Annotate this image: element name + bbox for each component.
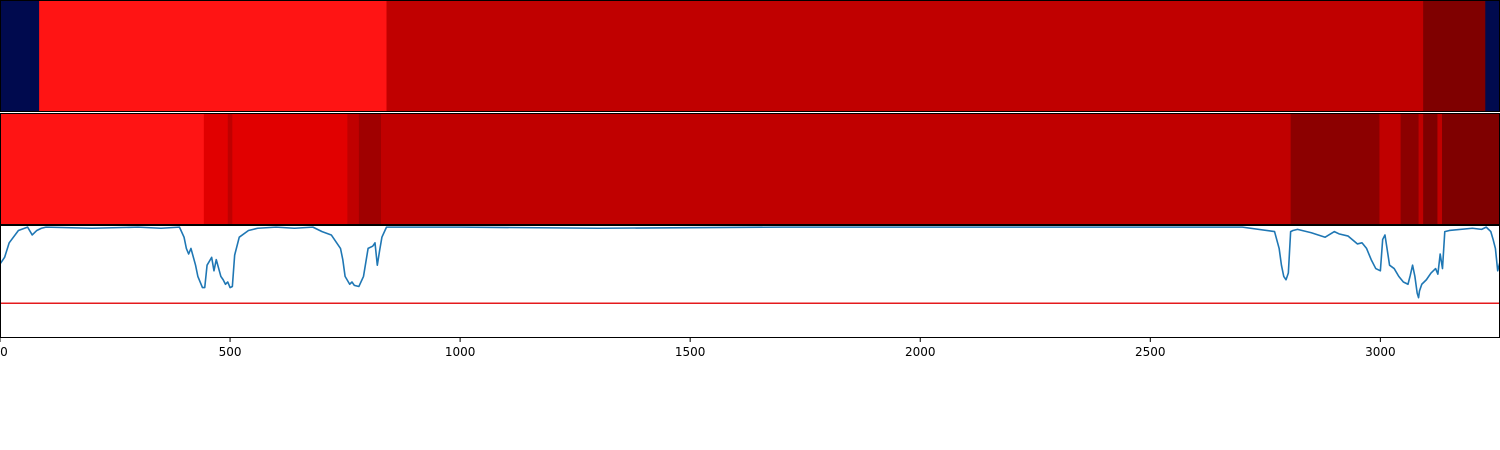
heatmap-figure: 0 500 1000 1500 2000 2500 3000 <box>0 0 1500 359</box>
middle-band-segment-12 <box>1437 114 1443 225</box>
line-plot-panel <box>0 226 1500 338</box>
middle-band-segment-8 <box>1379 114 1402 225</box>
x-tick-label-4: 2000 <box>905 345 936 359</box>
top-band-segment-0 <box>0 1 40 112</box>
middle-band-segment-7 <box>1290 114 1381 225</box>
x-tick-label-5: 2500 <box>1135 345 1166 359</box>
middle-band-segment-13 <box>1442 114 1500 225</box>
top-band-segment-3 <box>1423 1 1486 112</box>
middle-band-segment-0 <box>0 114 205 225</box>
top-band-segment-2 <box>386 1 1424 112</box>
x-tick-label-3: 1500 <box>675 345 706 359</box>
middle-band-segment-4 <box>347 114 360 225</box>
middle-band-segment-2 <box>227 114 233 225</box>
middle-band-segment-1 <box>203 114 229 225</box>
x-tick-label-0: 0 <box>0 345 8 359</box>
middle-heatmap-band <box>0 114 1500 225</box>
middle-band-segment-10 <box>1418 114 1424 225</box>
x-tick-label-2: 1000 <box>445 345 476 359</box>
x-tick-label-1: 500 <box>219 345 242 359</box>
middle-band-segment-3 <box>232 114 348 225</box>
x-axis: 0 500 1000 1500 2000 2500 3000 <box>0 338 1396 359</box>
middle-band-segment-6 <box>380 114 1292 225</box>
top-band-segment-4 <box>1485 1 1500 112</box>
top-heatmap-band <box>0 1 1500 112</box>
x-tick-label-6: 3000 <box>1365 345 1396 359</box>
top-band-segment-1 <box>39 1 388 112</box>
middle-band-segment-11 <box>1423 114 1439 225</box>
middle-band-segment-9 <box>1400 114 1420 225</box>
middle-band-segment-5 <box>358 114 382 225</box>
